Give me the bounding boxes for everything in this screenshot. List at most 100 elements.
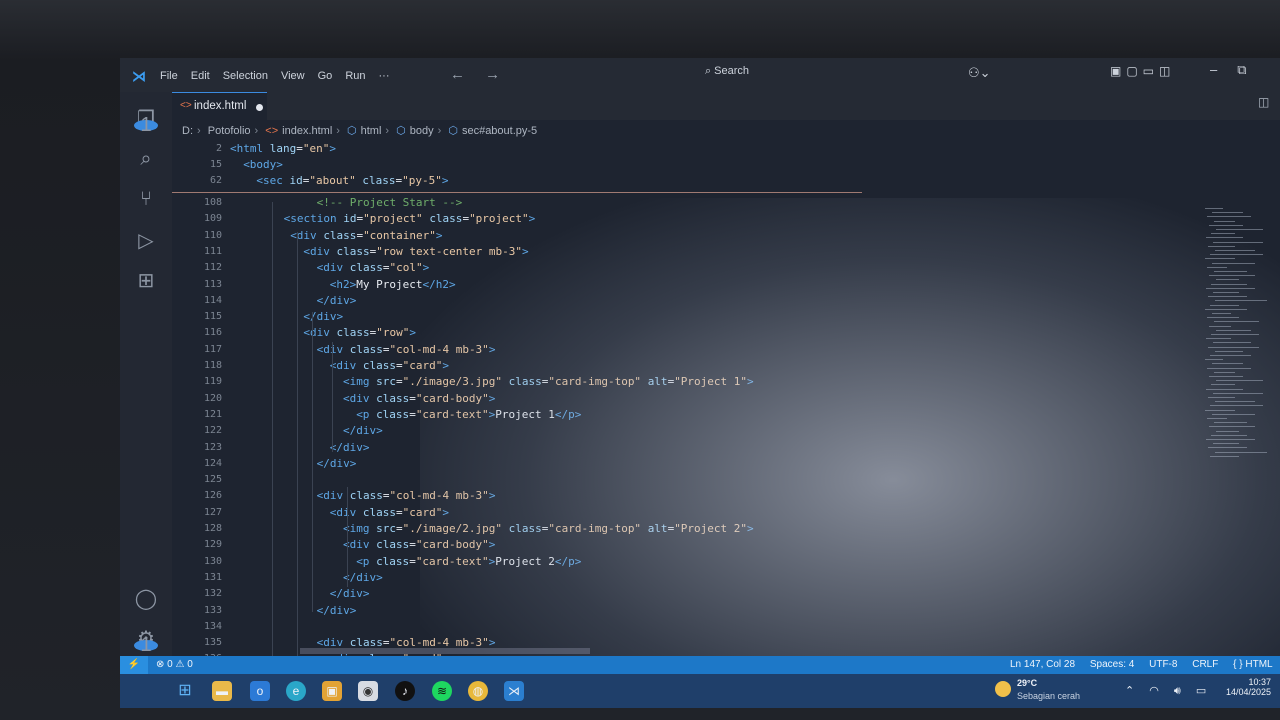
code-line[interactable]: <img src="./image/2.jpg" class="card-img… [343, 522, 754, 535]
code-token: </div> [329, 440, 370, 454]
code-line[interactable]: <div class="card-body"> [343, 392, 495, 405]
minimap-line [1205, 208, 1223, 209]
breadcrumb-folder[interactable]: Potofolio [208, 125, 251, 137]
file-explorer-icon[interactable]: ▬ [212, 681, 232, 701]
line-number: 135 [203, 637, 222, 649]
code-token: My Project [356, 277, 423, 291]
breadcrumb-file[interactable]: index.html [282, 125, 332, 137]
split-editor-icon[interactable]: ◫ [1258, 95, 1269, 109]
edge-icon[interactable]: e [286, 681, 306, 701]
code-line[interactable]: <!-- Project Start --> [317, 196, 463, 209]
code-line[interactable]: </div> [317, 604, 357, 617]
minimap-line [1212, 313, 1231, 314]
indentation[interactable]: Spaces: 4 [1090, 659, 1134, 670]
code-token: > [442, 359, 450, 372]
code-line[interactable]: <p class="card-text">Project 1</p> [356, 408, 581, 421]
tiktok-icon[interactable]: ♪ [395, 681, 415, 701]
line-number: 109 [203, 213, 222, 225]
outlook-icon[interactable]: o [250, 681, 270, 701]
code-token: = [396, 359, 403, 372]
code-token: <!-- Project Start --> [316, 196, 463, 209]
code-line[interactable]: </div> [317, 457, 357, 470]
html-file-icon: <> [265, 125, 279, 137]
code-line[interactable]: </div> [343, 571, 383, 584]
unsaved-dot-icon[interactable] [256, 104, 263, 111]
minimap-line [1208, 245, 1235, 247]
breadcrumb-section[interactable]: sec#about.py-5 [462, 125, 537, 137]
minimap-line [1209, 275, 1255, 277]
code-line[interactable]: </div> [303, 310, 343, 323]
clock[interactable]: 10:37 14/04/2025 [1205, 677, 1271, 697]
copilot-icon[interactable]: ⚇⌄ [968, 65, 991, 81]
window-controls-icon[interactable]: –⧉ [1210, 62, 1267, 78]
code-token: </div> [343, 570, 383, 584]
breadcrumb-drive[interactable]: D: [182, 125, 193, 137]
element-icon: ⬡ [448, 125, 458, 137]
encoding[interactable]: UTF-8 [1149, 659, 1177, 670]
extensions-icon[interactable]: ⊞ [134, 268, 158, 293]
breadcrumb-body[interactable]: body [410, 125, 434, 137]
code-line[interactable]: <div class="card"> [330, 359, 449, 372]
code-token: <div [303, 326, 337, 340]
menu-run[interactable]: Run [345, 70, 365, 82]
code-token: "card-body" [415, 538, 489, 552]
breadcrumb: D: › Potofolio › <> index.html › ⬡ html › ⬡ bod… [182, 125, 538, 137]
cursor-position[interactable]: Ln 147, Col 28 [1010, 659, 1075, 670]
line-number: 128 [203, 523, 222, 534]
search-icon: ⌕ [705, 65, 712, 77]
menu-edit[interactable]: Edit [191, 70, 210, 82]
code-line[interactable]: <div class="container"> [290, 229, 442, 242]
horizontal-scrollbar[interactable] [300, 648, 590, 654]
code-editor[interactable]: 2 <html lang="en"> 15 <body> 62 <sec id="abou… [172, 142, 1172, 708]
camera-icon[interactable]: ◉ [358, 681, 378, 701]
code-line[interactable]: </div> [343, 424, 383, 437]
minimap[interactable] [1205, 208, 1267, 468]
code-token: "container" [363, 228, 436, 242]
problems-indicator[interactable]: ⊗ 0 ⚠ 0 [156, 659, 193, 670]
system-tray-icons[interactable]: ⌃ ◠ 🔊︎ ▭ [1125, 684, 1212, 698]
chrome-icon[interactable]: ◍ [468, 681, 488, 701]
language-mode[interactable]: { } HTML [1233, 659, 1272, 670]
command-center-search[interactable]: ⌕ Search [705, 65, 865, 83]
remote-icon[interactable]: ⚡ [120, 656, 148, 674]
minimap-line [1214, 271, 1247, 272]
menu-file[interactable]: File [160, 70, 178, 82]
element-icon: ⬡ [347, 125, 357, 137]
menu-selection[interactable]: Selection [223, 70, 268, 82]
line-ending[interactable]: CRLF [1192, 659, 1218, 670]
menu-view[interactable]: View [281, 70, 305, 82]
vscode-taskbar-icon[interactable]: ⋊ [504, 681, 524, 701]
code-line[interactable]: <div class="row text-center mb-3"> [303, 245, 528, 258]
code-line[interactable]: <div class="col-md-4 mb-3"> [317, 343, 496, 356]
code-line[interactable]: <div class="col-md-4 mb-3"> [317, 489, 496, 502]
code-line[interactable]: <h2>My Project</h2> [330, 278, 456, 291]
code-line[interactable]: <div class="row"> [303, 326, 416, 339]
code-line[interactable]: <section id="project" class="project"> [284, 212, 536, 225]
layout-controls-icon[interactable]: ▣▢▭◫ [1110, 64, 1175, 78]
start-icon[interactable]: ⊞ [175, 681, 195, 701]
menu-more[interactable]: ··· [379, 70, 390, 82]
line-number: 122 [203, 425, 222, 437]
code-line[interactable]: <p class="card-text">Project 2</p> [356, 555, 581, 568]
source-control-icon[interactable]: ⑂ [134, 188, 158, 211]
minimap-line [1214, 371, 1235, 373]
code-line[interactable]: <img src="./image/3.jpg" class="card-img… [343, 375, 754, 388]
run-debug-icon[interactable]: ▷ [134, 228, 158, 253]
code-line[interactable]: </div> [330, 587, 370, 600]
code-line[interactable]: <div class="card-body"> [343, 538, 495, 551]
store-icon[interactable]: ▣ [322, 681, 342, 701]
nav-arrows[interactable]: ← → [450, 66, 508, 83]
search-icon[interactable]: ⌕ [134, 148, 158, 171]
code-line[interactable]: </div> [330, 441, 370, 454]
menu-go[interactable]: Go [318, 70, 333, 82]
tab-index-html[interactable]: <> index.html [172, 92, 267, 121]
code-line[interactable]: <div class="col"> [317, 261, 430, 274]
spotify-icon[interactable]: ≋ [432, 681, 452, 701]
code-line[interactable]: </div> [317, 294, 357, 307]
accounts-icon[interactable]: ◯ [134, 586, 158, 611]
code-token: class [323, 228, 357, 242]
code-token: </div> [316, 603, 357, 617]
line-number: 130 [203, 555, 222, 567]
breadcrumb-html[interactable]: html [361, 125, 382, 137]
code-token: alt [647, 375, 668, 389]
